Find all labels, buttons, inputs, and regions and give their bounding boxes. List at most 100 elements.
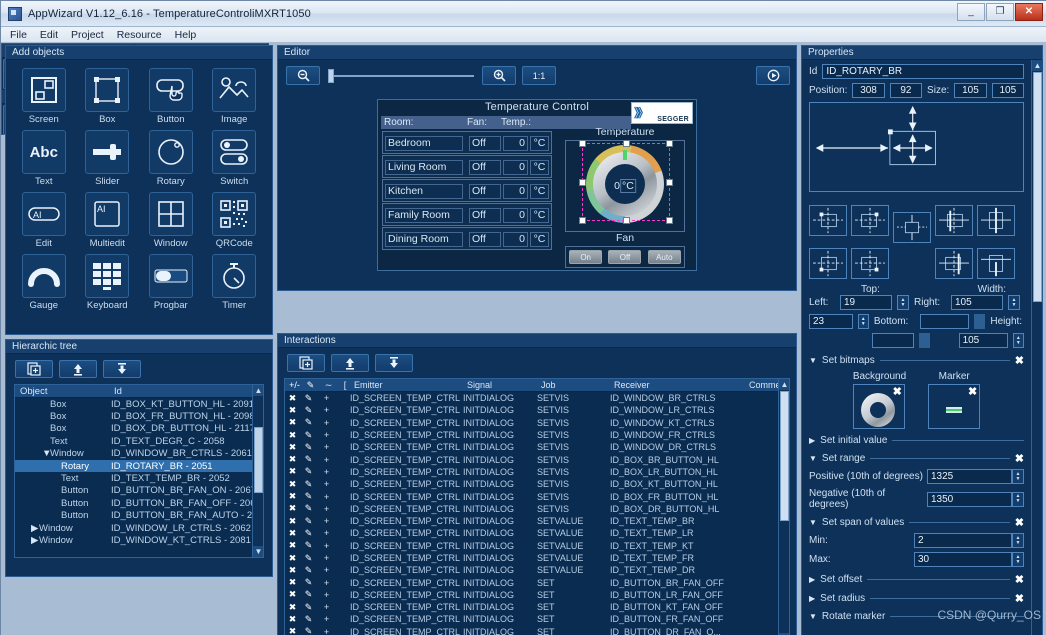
menu-help[interactable]: Help [175, 29, 197, 41]
scroll-down-icon[interactable]: ▼ [253, 546, 264, 557]
add-object-window[interactable]: Window [139, 192, 203, 252]
delete-interaction-icon[interactable]: ✖ [285, 417, 300, 428]
delete-interaction-icon[interactable]: ✖ [285, 602, 300, 613]
interaction-row[interactable]: ✖✎+ID_SCREEN_TEMP_CTRLINITDIALOGSETVALUE… [285, 564, 789, 576]
remove-section-icon[interactable]: ✖ [1015, 452, 1024, 465]
zoom-slider-knob[interactable] [328, 69, 334, 83]
tree-row[interactable]: RotaryID_ROTARY_BR - 2051 [15, 460, 263, 472]
menu-project[interactable]: Project [71, 29, 104, 41]
add-object-icon[interactable] [15, 360, 53, 378]
add-object-edit[interactable]: AI Edit [12, 192, 76, 252]
delete-interaction-icon[interactable]: ✖ [285, 528, 300, 539]
delete-interaction-icon[interactable]: ✖ [285, 503, 300, 514]
interaction-row[interactable]: ✖✎+ID_SCREEN_TEMP_CTRLINITDIALOGSETVISID… [285, 503, 789, 515]
properties-scroll-thumb[interactable] [1033, 72, 1042, 302]
delete-interaction-icon[interactable]: ✖ [285, 577, 300, 588]
delete-interaction-icon[interactable]: ✖ [285, 540, 300, 551]
remove-section-icon[interactable]: ✖ [1015, 592, 1024, 605]
delete-interaction-icon[interactable]: ✖ [285, 516, 300, 527]
run-simulation-button[interactable] [756, 66, 790, 85]
add-object-image[interactable]: Image [203, 68, 267, 128]
resize-handle-s[interactable] [623, 217, 630, 224]
interaction-row[interactable]: ✖✎+ID_SCREEN_TEMP_CTRLINITDIALOGSETVISID… [285, 417, 789, 429]
edit-interaction-icon[interactable]: ✎ [300, 626, 317, 635]
edit-interaction-icon[interactable]: ✎ [300, 491, 317, 502]
anchor-mode-stretch-v[interactable] [977, 205, 1015, 236]
fan-button-auto[interactable]: Auto [648, 250, 681, 264]
add-condition-icon[interactable]: + [317, 528, 336, 538]
scroll-up-icon[interactable]: ▲ [253, 385, 264, 396]
tree-row[interactable]: TextID_TEXT_TEMP_BR - 2052 [15, 472, 263, 484]
edit-interaction-icon[interactable]: ✎ [300, 479, 317, 490]
edit-interaction-icon[interactable]: ✎ [300, 540, 317, 551]
zoom-out-button[interactable] [286, 66, 320, 85]
device-room-row[interactable]: KitchenOff0°C [382, 179, 552, 202]
editor-canvas[interactable]: Temperature Control 》》 SEGGER Room: Fan:… [278, 92, 796, 290]
tree-row[interactable]: ButtonID_BUTTON_BR_FAN_OFF - 2069 [15, 497, 263, 509]
add-condition-icon[interactable]: + [317, 516, 336, 526]
fan-button-off[interactable]: Off [608, 250, 641, 264]
add-condition-icon[interactable]: + [317, 578, 336, 588]
delete-interaction-icon[interactable]: ✖ [285, 479, 300, 490]
bottom-field[interactable] [872, 333, 914, 348]
tree-expand-icon[interactable]: ▼ [42, 448, 50, 459]
interaction-row[interactable]: ✖✎+ID_SCREEN_TEMP_CTRLINITDIALOGSETID_BU… [285, 589, 789, 601]
minimize-button[interactable]: _ [957, 3, 985, 21]
properties-scrollbar[interactable]: ▲ ▼ [1031, 60, 1042, 635]
edit-interaction-icon[interactable]: ✎ [300, 466, 317, 477]
add-object-keyboard[interactable]: Keyboard [76, 254, 140, 314]
interaction-row[interactable]: ✖✎+ID_SCREEN_TEMP_CTRLINITDIALOGSETVALUE… [285, 527, 789, 539]
clear-background-icon[interactable]: ✖ [893, 385, 902, 398]
interaction-row[interactable]: ✖✎+ID_SCREEN_TEMP_CTRLINITDIALOGSETVALUE… [285, 515, 789, 527]
tree-row[interactable]: TextID_TEXT_DEGR_C - 2058 [15, 435, 263, 447]
edit-interaction-icon[interactable]: ✎ [300, 577, 317, 588]
resize-handle-n[interactable] [623, 140, 630, 147]
tree-expand-icon[interactable]: ▶ [31, 535, 39, 546]
delete-interaction-icon[interactable]: ✖ [285, 565, 300, 576]
resize-handle-sw[interactable] [579, 217, 586, 224]
left-field[interactable]: 23 [809, 314, 853, 329]
add-condition-icon[interactable]: + [317, 418, 336, 428]
marker-bitmap-box[interactable]: ✖ [928, 384, 980, 429]
anchor-mode-bottom-right[interactable] [851, 248, 889, 279]
height-spinner[interactable]: ▲▼ [1013, 333, 1024, 348]
add-condition-icon[interactable]: + [317, 602, 336, 612]
clear-marker-icon[interactable]: ✖ [968, 385, 977, 398]
interactions-table[interactable]: +/- ✎ ∼ [ Emitter Signal Job Receiver Co… [284, 378, 790, 635]
edit-interaction-icon[interactable]: ✎ [300, 405, 317, 416]
anchor-mode-bottom-left[interactable] [809, 248, 847, 279]
zoom-in-button[interactable] [482, 66, 516, 85]
add-object-switch[interactable]: Switch [203, 130, 267, 190]
add-condition-icon[interactable]: + [317, 430, 336, 440]
add-condition-icon[interactable]: + [317, 590, 336, 600]
delete-interaction-icon[interactable]: ✖ [285, 614, 300, 625]
max-spinner[interactable]: ▲▼ [1012, 552, 1024, 567]
remove-section-icon[interactable]: ✖ [1015, 573, 1024, 586]
add-condition-icon[interactable]: + [317, 405, 336, 415]
add-object-box[interactable]: Box [76, 68, 140, 128]
edit-interaction-icon[interactable]: ✎ [300, 430, 317, 441]
maximize-button[interactable]: ❐ [986, 3, 1014, 21]
anchor-mode-center[interactable] [893, 212, 931, 243]
section-set-bitmaps[interactable]: ▼ Set bitmaps ✖ [809, 354, 1024, 367]
negative-field[interactable]: 1350 [927, 492, 1012, 507]
top-field[interactable]: 19 [840, 295, 892, 310]
add-object-screen[interactable]: Screen [12, 68, 76, 128]
device-room-row[interactable]: BedroomOff0°C [382, 131, 552, 154]
right-field[interactable] [920, 314, 969, 329]
interaction-row[interactable]: ✖✎+ID_SCREEN_TEMP_CTRLINITDIALOGSETVALUE… [285, 540, 789, 552]
edit-interaction-icon[interactable]: ✎ [300, 442, 317, 453]
anchor-mode-top-right[interactable] [851, 205, 889, 236]
positive-field[interactable]: 1325 [927, 469, 1012, 484]
interaction-row[interactable]: ✖✎+ID_SCREEN_TEMP_CTRLINITDIALOGSETID_BU… [285, 601, 789, 613]
add-object-multiedit[interactable]: AI Multiedit [76, 192, 140, 252]
interaction-row[interactable]: ✖✎+ID_SCREEN_TEMP_CTRLINITDIALOGSETVISID… [285, 429, 789, 441]
close-button[interactable]: ✕ [1015, 3, 1043, 21]
add-object-rotary[interactable]: Rotary [139, 130, 203, 190]
delete-interaction-icon[interactable]: ✖ [285, 491, 300, 502]
interaction-row[interactable]: ✖✎+ID_SCREEN_TEMP_CTRLINITDIALOGSETVISID… [285, 453, 789, 465]
move-up-icon[interactable] [331, 354, 369, 372]
resize-handle-ne[interactable] [666, 140, 673, 147]
hierarchy-tree[interactable]: Object Id BoxID_BOX_KT_BUTTON_HL - 2091B… [14, 384, 264, 558]
tree-row[interactable]: BoxID_BOX_DR_BUTTON_HL - 2117 [15, 423, 263, 435]
